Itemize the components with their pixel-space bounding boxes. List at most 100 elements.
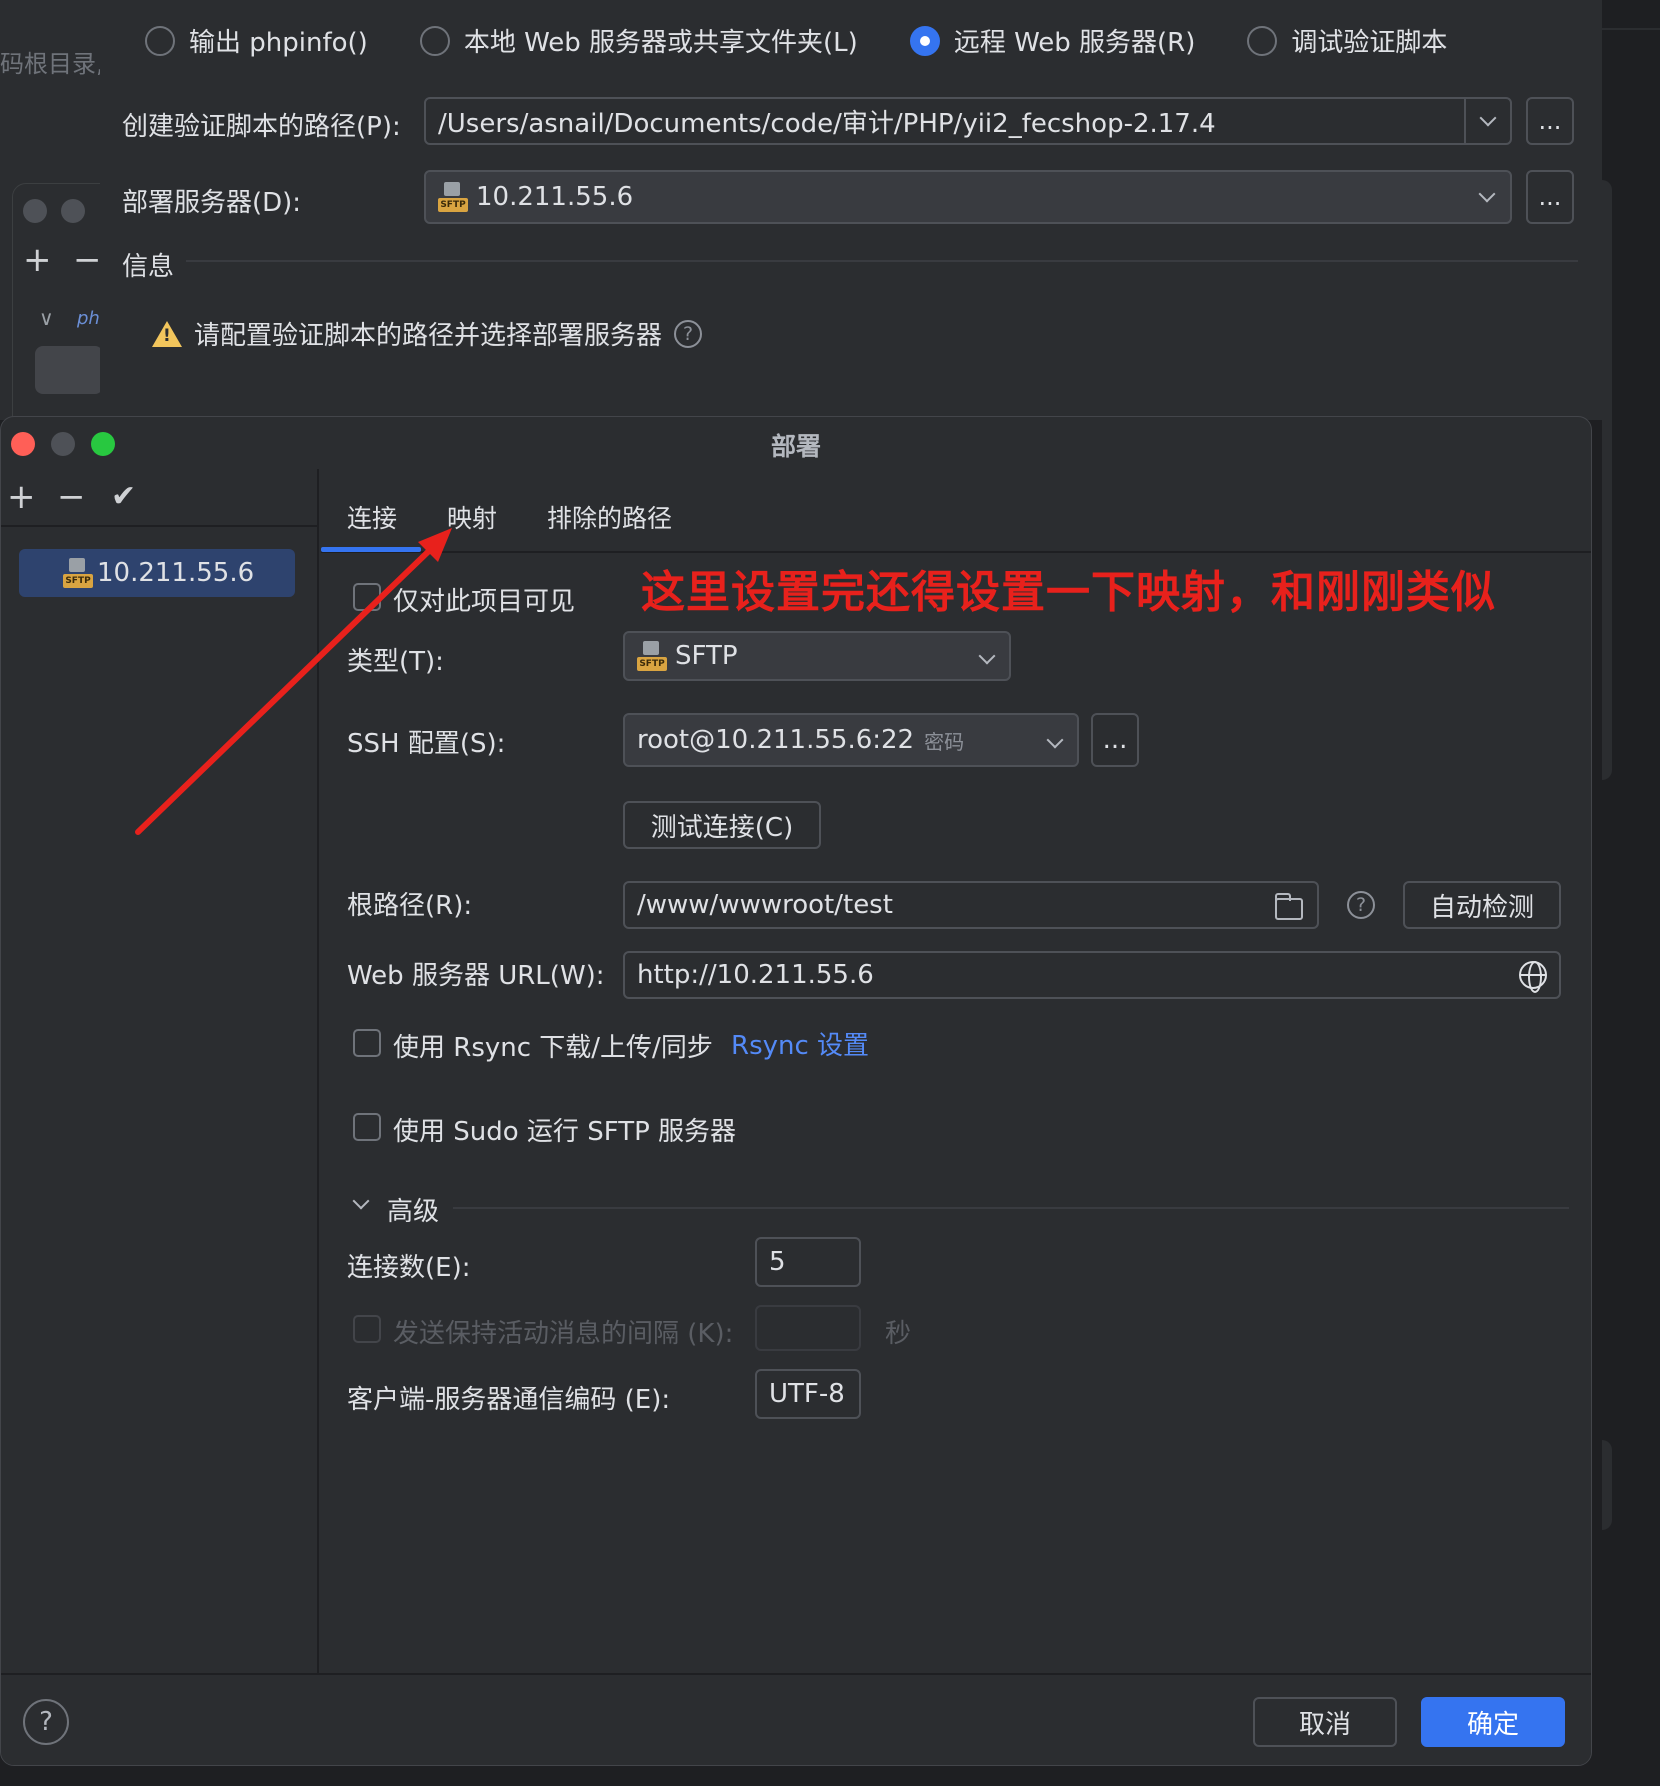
root-path-input[interactable]: /www/wwwroot/test xyxy=(623,881,1319,929)
cancel-button[interactable]: 取消 xyxy=(1253,1697,1397,1747)
warning-icon xyxy=(152,320,182,347)
keepalive-unit: 秒 xyxy=(885,1319,912,1349)
auto-detect-button[interactable]: 自动检测 xyxy=(1403,881,1561,929)
sftp-icon: SFTP xyxy=(438,182,468,212)
ssh-config-value: root@10.211.55.6:22 xyxy=(637,725,915,755)
script-path-value: /Users/asnail/Documents/code/审计/PHP/yii2… xyxy=(438,108,1216,139)
remove-server-icon[interactable]: − xyxy=(57,477,86,517)
window-close-dot xyxy=(23,199,47,223)
dialog-footer: ? 取消 确定 xyxy=(1,1673,1591,1765)
background-right-edge xyxy=(1602,0,1660,1786)
warning-message: 请配置验证脚本的路径并选择部署服务器 ? xyxy=(152,315,703,352)
chevron-down-icon[interactable] xyxy=(1046,731,1064,749)
divider xyxy=(453,1207,1569,1209)
connection-settings: 连接 映射 排除的路径 仅对此项目可见 类型(T): SFTP SFTP SSH… xyxy=(321,469,1591,1673)
root-path-value: /www/wwwroot/test xyxy=(637,890,893,920)
keepalive-label: 发送保持活动消息的间隔 (K): xyxy=(393,1319,734,1349)
deploy-server-value: 10.211.55.6 xyxy=(476,182,634,212)
server-list-item[interactable]: SFTP 10.211.55.6 xyxy=(19,549,295,597)
window-minimize-dot xyxy=(61,199,85,223)
validation-mode-radio-group: 输出 phpinfo() 本地 Web 服务器或共享文件夹(L) 远程 Web … xyxy=(145,22,1499,59)
keepalive-checkbox[interactable] xyxy=(353,1315,381,1343)
radio-circle[interactable] xyxy=(145,25,175,56)
chevron-down-icon[interactable] xyxy=(352,1192,370,1210)
chevron-down-icon[interactable]: ∨ xyxy=(39,306,54,330)
selected-list-item[interactable] xyxy=(35,346,103,394)
divider xyxy=(186,260,1578,262)
folder-icon[interactable] xyxy=(1275,893,1303,920)
deploy-server-label: 部署服务器(D): xyxy=(122,188,302,218)
remove-icon[interactable]: − xyxy=(73,240,102,280)
radio-circle[interactable] xyxy=(1247,25,1278,56)
tab-mappings[interactable]: 映射 xyxy=(447,499,497,535)
web-server-url-value: http://10.211.55.6 xyxy=(637,960,874,990)
tab-bar: 连接 映射 排除的路径 xyxy=(321,469,1591,553)
set-default-check-icon[interactable]: ✔ xyxy=(111,477,136,517)
radio-label: 远程 Web 服务器(R) xyxy=(953,28,1196,58)
connections-label: 连接数(E): xyxy=(347,1253,471,1283)
connections-value: 5 xyxy=(769,1247,786,1277)
script-path-label: 创建验证脚本的路径(P): xyxy=(122,112,401,142)
ok-button[interactable]: 确定 xyxy=(1421,1697,1565,1747)
radio-circle-selected[interactable] xyxy=(909,25,940,56)
radio-remote-web-server[interactable]: 远程 Web 服务器(R) xyxy=(909,22,1196,59)
chevron-down-icon[interactable] xyxy=(1464,172,1510,222)
advanced-heading[interactable]: 高级 xyxy=(387,1191,439,1228)
server-list-toolbar: + − ✔ xyxy=(1,469,319,527)
ssh-config-more-button[interactable]: ... xyxy=(1091,713,1139,767)
radio-circle[interactable] xyxy=(419,25,450,56)
test-connection-button[interactable]: 测试连接(C) xyxy=(623,801,821,849)
configure-deploy-server-button[interactable]: ... xyxy=(1526,170,1574,224)
annotation-text: 这里设置完还得设置一下映射，和刚刚类似 xyxy=(641,567,1496,618)
encoding-label: 客户端-服务器通信编码 (E): xyxy=(347,1385,671,1415)
server-list-sidebar: + − ✔ SFTP 10.211.55.6 xyxy=(1,469,319,1673)
web-server-url-label: Web 服务器 URL(W): xyxy=(347,961,605,991)
visible-only-label: 仅对此项目可见 xyxy=(393,587,576,617)
php-icon: ph xyxy=(77,308,100,329)
active-tab-indicator xyxy=(321,547,421,552)
connections-input[interactable]: 5 xyxy=(755,1237,861,1287)
type-label: 类型(T): xyxy=(347,647,444,677)
use-rsync-checkbox[interactable] xyxy=(353,1029,381,1057)
script-path-combo[interactable]: /Users/asnail/Documents/code/审计/PHP/yii2… xyxy=(424,97,1512,145)
radio-label: 输出 phpinfo() xyxy=(189,28,368,58)
sftp-icon: SFTP xyxy=(637,641,667,671)
dialog-titlebar[interactable]: 部署 xyxy=(1,417,1591,469)
tab-excluded-paths[interactable]: 排除的路径 xyxy=(547,499,672,535)
globe-icon[interactable] xyxy=(1519,961,1547,993)
use-rsync-label: 使用 Rsync 下载/上传/同步 xyxy=(393,1033,713,1063)
ssh-auth-hint: 密码 xyxy=(924,729,965,754)
radio-phpinfo[interactable]: 输出 phpinfo() xyxy=(145,22,368,59)
browse-script-path-button[interactable]: ... xyxy=(1526,97,1574,145)
sftp-icon: SFTP xyxy=(63,558,93,588)
dialog-title: 部署 xyxy=(770,432,821,461)
add-icon[interactable]: + xyxy=(23,240,52,280)
chevron-down-icon[interactable] xyxy=(1464,99,1510,143)
radio-local-web-server[interactable]: 本地 Web 服务器或共享文件夹(L) xyxy=(419,22,858,59)
encoding-input[interactable]: UTF-8 xyxy=(755,1369,861,1419)
type-select[interactable]: SFTP SFTP xyxy=(623,631,1011,681)
info-heading: 信息 xyxy=(122,252,175,282)
radio-label: 本地 Web 服务器或共享文件夹(L) xyxy=(463,28,858,58)
encoding-value: UTF-8 xyxy=(769,1379,845,1409)
server-name: 10.211.55.6 xyxy=(97,558,255,588)
use-sudo-checkbox[interactable] xyxy=(353,1113,381,1141)
visible-only-checkbox[interactable] xyxy=(353,583,381,611)
radio-label: 调试验证脚本 xyxy=(1291,28,1448,58)
add-server-icon[interactable]: + xyxy=(7,477,36,517)
chevron-down-icon[interactable] xyxy=(978,647,996,665)
help-icon[interactable]: ? xyxy=(1347,891,1375,919)
ssh-config-select[interactable]: root@10.211.55.6:22 密码 xyxy=(623,713,1079,767)
keepalive-input[interactable] xyxy=(755,1305,861,1351)
help-icon[interactable]: ? xyxy=(674,319,703,348)
background-truncated-text: 码根目录, xyxy=(0,50,104,78)
warning-text: 请配置验证脚本的路径并选择部署服务器 xyxy=(194,321,663,351)
radio-debug-script[interactable]: 调试验证脚本 xyxy=(1247,22,1447,59)
help-button[interactable]: ? xyxy=(23,1699,69,1745)
tab-connection[interactable]: 连接 xyxy=(347,499,397,535)
background-mini-window: + − ∨ ph xyxy=(12,183,103,423)
rsync-settings-link[interactable]: Rsync 设置 xyxy=(731,1025,869,1062)
web-server-url-input[interactable]: http://10.211.55.6 xyxy=(623,951,1561,999)
deploy-server-combo[interactable]: SFTP 10.211.55.6 xyxy=(424,170,1512,224)
root-path-label: 根路径(R): xyxy=(347,891,473,921)
